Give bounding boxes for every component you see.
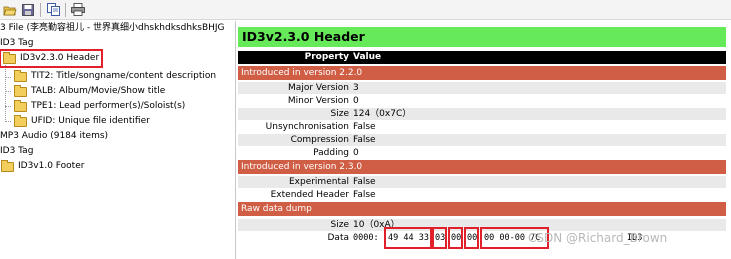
tree-item-label: ID3 Tag [0, 146, 34, 156]
watermark: CSDN @Richard_Brown [528, 231, 668, 245]
property-row[interactable]: Experimental False [238, 176, 726, 188]
toolbar-separator [65, 2, 66, 17]
column-value: Value [353, 52, 382, 62]
tree-connector [5, 106, 11, 107]
property-row[interactable]: Size 124（0x7C） [238, 108, 726, 120]
tree-item-label: 3 File (李亮勤容祖儿 - 世界真细小dhskhdksdhksBHJG [0, 23, 225, 33]
property-value: 124（0x7C） [353, 109, 412, 119]
selected-highlight: ID3v2.3.0 Header [0, 49, 104, 68]
tree-item-ufid[interactable]: UFID: Unique file identifier [14, 114, 150, 129]
tree-connector [5, 65, 6, 122]
folder-icon [3, 51, 16, 64]
folder-icon [14, 69, 27, 82]
section-header: Introduced in version 2.2.0 [238, 66, 726, 80]
structure-tree: 3 File (李亮勤容祖儿 - 世界真细小dhskhdksdhksBHJG I… [0, 21, 234, 259]
property-value: 0 [353, 96, 359, 106]
property-value: False [353, 122, 376, 132]
property-name: Data [327, 233, 350, 243]
property-name: Minor Version [287, 96, 349, 106]
tree-item-label: ID3v1.0 Footer [18, 161, 85, 171]
section-header: Raw data dump [238, 202, 726, 216]
tree-item-mp3-audio[interactable]: MP3 Audio (9184 items) [0, 129, 108, 144]
folder-icon [14, 84, 27, 97]
tree-item-file[interactable]: 3 File (李亮勤容祖儿 - 世界真细小dhskhdksdhksBHJG [0, 21, 225, 36]
annotation-box [384, 227, 432, 249]
property-row[interactable]: Extended Header Present False [238, 189, 726, 212]
tree-connector [5, 91, 11, 92]
panel-title: ID3v2.3.0 Header [238, 27, 726, 47]
property-name: Size [330, 109, 349, 119]
toolbar-separator [40, 2, 41, 17]
tree-item-label: TALB: Album/Movie/Show title [31, 86, 166, 96]
property-name: Size [330, 220, 349, 230]
folder-icon [1, 159, 14, 172]
tree-item-id3-tag-2[interactable]: ID3 Tag [0, 144, 33, 159]
copy-icon[interactable] [45, 2, 61, 18]
details-panel: ID3v2.3.0 Header Property Value Introduc… [235, 21, 731, 259]
tree-item-id3-tag[interactable]: ID3 Tag [0, 36, 33, 51]
tree-item-label: ID3 Tag [0, 38, 34, 48]
section-header: Introduced in version 2.3.0 [238, 160, 726, 174]
property-value: False [353, 135, 376, 145]
print-icon[interactable] [70, 2, 86, 18]
property-name: Major Version [288, 83, 349, 93]
tree-item-id3v2-header[interactable]: ID3v2.3.0 Header [0, 49, 104, 68]
folder-icon [14, 99, 27, 112]
property-name: Compression [290, 135, 349, 145]
property-value: 0 [353, 148, 359, 158]
tree-item-tpe1[interactable]: TPE1: Lead performer(s)/Soloist(s) [14, 99, 185, 114]
tree-item-label: MP3 Audio (9184 items) [0, 131, 109, 141]
property-value: False [353, 190, 376, 200]
property-row[interactable]: Major Version 3 [238, 82, 726, 94]
property-value: 3 [353, 83, 359, 93]
toolbar [0, 0, 731, 20]
property-value: False [353, 177, 376, 187]
annotation-box [432, 227, 447, 249]
tree-item-label: UFID: Unique file identifier [31, 116, 150, 126]
folder-icon [14, 114, 27, 127]
tree-item-label: TPE1: Lead performer(s)/Soloist(s) [31, 101, 186, 111]
tree-item-talb[interactable]: TALB: Album/Movie/Show title [14, 84, 165, 99]
tree-item-label: ID3v2.3.0 Header [20, 53, 100, 63]
property-row[interactable]: Minor Version 0 [238, 95, 726, 107]
property-row[interactable]: Padding 0 [238, 147, 726, 159]
annotation-box [464, 227, 479, 249]
tree-item-label: TIT2: Title/songname/content description [31, 71, 217, 81]
tree-item-id3v1-footer[interactable]: ID3v1.0 Footer [1, 159, 84, 174]
property-name: Unsynchronisation [265, 122, 349, 132]
tree-connector [5, 121, 11, 122]
tree-connector [5, 77, 11, 78]
property-row[interactable]: Unsynchronisation False [238, 121, 726, 133]
property-row[interactable]: Compression False [238, 134, 726, 146]
property-name: Experimental [288, 177, 349, 187]
column-property: Property [304, 52, 349, 62]
tree-item-tit2[interactable]: TIT2: Title/songname/content description [14, 69, 216, 84]
annotation-box [448, 227, 463, 249]
open-folder-icon[interactable] [2, 2, 18, 18]
save-icon[interactable] [20, 2, 36, 18]
property-name: Padding [313, 148, 349, 158]
column-header: Property Value [238, 51, 726, 64]
hex-offset: 0000: [353, 233, 379, 243]
